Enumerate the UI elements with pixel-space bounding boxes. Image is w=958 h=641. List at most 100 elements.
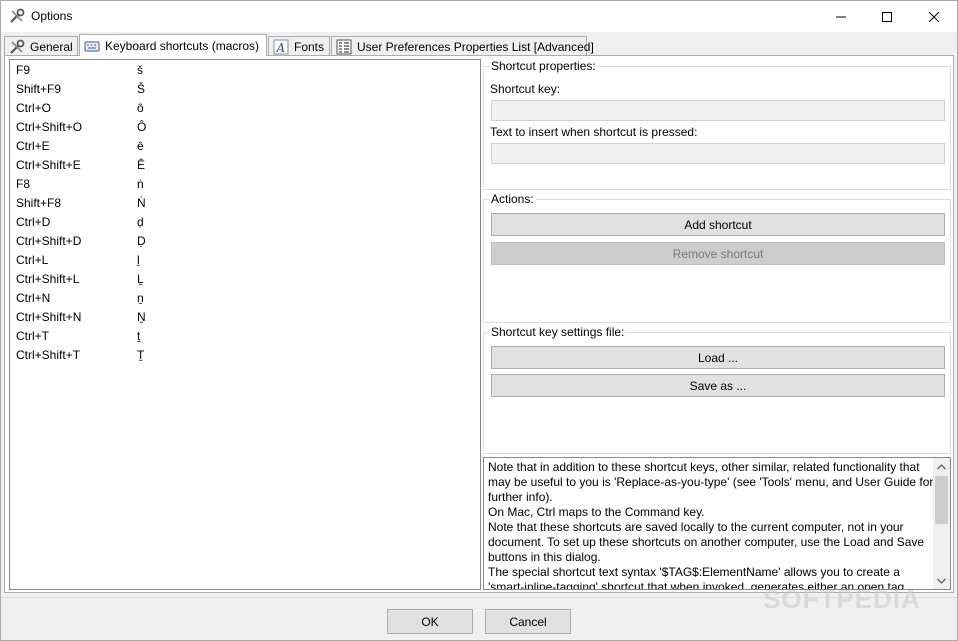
notes-line: further info).: [488, 490, 553, 504]
shortcut-properties-group: Shortcut properties: Shortcut key: Text …: [483, 59, 951, 190]
load-button[interactable]: Load ...: [491, 346, 945, 369]
window-title: Options: [31, 9, 73, 23]
shortcut-key: F8: [16, 177, 31, 191]
scroll-thumb[interactable]: [935, 476, 948, 524]
shortcut-key: Ctrl+Shift+N: [16, 310, 82, 324]
shortcut-row[interactable]: F8 ṅ: [10, 174, 480, 193]
shortcut-key: Shift+F9: [16, 82, 62, 96]
close-icon: [929, 11, 939, 22]
minimize-icon: [836, 16, 846, 17]
shortcut-key: Ctrl+Shift+L: [16, 272, 80, 286]
notes-scrollbar[interactable]: [933, 458, 950, 589]
shortcut-key-label: Shortcut key:: [490, 82, 561, 96]
shortcut-key: Ctrl+N: [16, 291, 51, 305]
shortcut-text: ṅ: [137, 177, 144, 191]
shortcut-text: Ê: [137, 158, 146, 172]
shortcut-text: š: [137, 63, 143, 77]
remove-shortcut-button[interactable]: Remove shortcut: [491, 242, 945, 265]
group-title: Shortcut key settings file:: [490, 325, 627, 339]
shortcut-row[interactable]: Ctrl+O ô: [10, 98, 480, 117]
ok-button[interactable]: OK: [387, 609, 473, 634]
shortcut-key: Ctrl+E: [16, 139, 50, 153]
scroll-up-button[interactable]: [933, 458, 950, 475]
shortcut-row[interactable]: Ctrl+Shift+E Ê: [10, 155, 480, 174]
maximize-button[interactable]: [864, 1, 910, 32]
shortcut-text: Ḻ: [137, 272, 144, 286]
shortcut-key: F9: [16, 63, 31, 77]
shortcut-text: Ô: [137, 120, 147, 134]
group-title: Shortcut properties:: [490, 59, 598, 73]
tab-label: User Preferences Properties List [Advanc…: [357, 39, 594, 54]
close-button[interactable]: [911, 1, 957, 32]
notes-line: document. To set up these shortcuts on a…: [488, 535, 925, 549]
tab-fonts[interactable]: A Fonts: [268, 36, 330, 56]
maximize-icon: [882, 11, 892, 22]
shortcut-row[interactable]: Shift+F8 Ṅ: [10, 193, 480, 212]
tab-label: General: [30, 39, 73, 54]
notes-text: Note that in addition to these shortcut …: [488, 460, 934, 589]
chevron-up-icon: [937, 463, 946, 469]
actions-group: Actions: Add shortcut Remove shortcut: [483, 192, 951, 323]
text-to-insert-field[interactable]: [491, 143, 945, 164]
shortcut-row[interactable]: Ctrl+D ḍ: [10, 212, 480, 231]
shortcut-key: Ctrl+Shift+T: [16, 348, 81, 362]
shortcut-row[interactable]: Ctrl+Shift+D Ḍ: [10, 231, 480, 250]
add-shortcut-button[interactable]: Add shortcut: [491, 213, 945, 236]
shortcut-key: Ctrl+L: [16, 253, 49, 267]
font-icon: A: [273, 39, 289, 55]
shortcut-key: Ctrl+T: [16, 329, 49, 343]
tab-strip: General Keyboard shortcuts (macros) A Fo…: [4, 34, 954, 56]
shortcut-text: ê: [137, 139, 144, 153]
tab-label: Keyboard shortcuts (macros): [105, 38, 260, 53]
shortcut-key-field[interactable]: [491, 100, 945, 121]
shortcut-row[interactable]: Ctrl+E ê: [10, 136, 480, 155]
shortcut-row[interactable]: Ctrl+Shift+T Ṯ: [10, 345, 480, 364]
tab-general[interactable]: General: [4, 36, 78, 56]
chevron-down-icon: [937, 578, 946, 584]
notes-line: On Mac, Ctrl maps to the Command key.: [488, 505, 705, 519]
cancel-button[interactable]: Cancel: [485, 609, 571, 634]
shortcut-row[interactable]: Shift+F9 Š: [10, 79, 480, 98]
shortcut-list[interactable]: F9 š Shift+F9 Š Ctrl+O ô Ctrl+Shift+O Ô Ctrl+E ê C…: [9, 59, 481, 590]
shortcut-text: Ḍ: [137, 234, 146, 248]
keyboard-icon: [84, 41, 100, 51]
shortcut-row[interactable]: Ctrl+L ḻ: [10, 250, 480, 269]
shortcut-text: ô: [137, 101, 144, 115]
shortcut-row[interactable]: Ctrl+Shift+L Ḻ: [10, 269, 480, 288]
scroll-down-button[interactable]: [933, 572, 950, 589]
notes-line: Note that in addition to these shortcut …: [488, 460, 920, 474]
tab-panel: F9 š Shift+F9 Š Ctrl+O ô Ctrl+Shift+O Ô Ctrl+E ê C…: [4, 55, 954, 593]
options-window: Options General Keyboard shortcuts (macr…: [0, 0, 958, 641]
save-as-button[interactable]: Save as ...: [491, 374, 945, 397]
shortcut-text: ḻ: [137, 253, 140, 267]
shortcut-row[interactable]: Ctrl+T ṯ: [10, 326, 480, 345]
minimize-button[interactable]: [818, 1, 864, 32]
softpedia-watermark: SOFTPEDIA: [763, 584, 921, 614]
shortcut-text: Ṅ: [137, 196, 146, 210]
shortcut-key: Ctrl+Shift+E: [16, 158, 81, 172]
tab-user-preferences[interactable]: User Preferences Properties List [Advanc…: [331, 36, 594, 56]
notes-line: The special shortcut text syntax '$TAG$:…: [488, 565, 900, 579]
tools-icon: [10, 8, 25, 23]
tools-icon: [10, 39, 25, 54]
notes-textbox[interactable]: Note that in addition to these shortcut …: [483, 457, 951, 590]
shortcut-text: Ṉ: [137, 310, 146, 324]
tab-label: Fonts: [294, 39, 325, 54]
shortcut-key: Shift+F8: [16, 196, 62, 210]
title-bar: Options: [1, 1, 957, 32]
notes-line: may be useful to you is 'Replace-as-you-…: [488, 475, 934, 489]
svg-text:A: A: [276, 41, 286, 55]
shortcut-key: Ctrl+D: [16, 215, 51, 229]
shortcut-row[interactable]: F9 š: [10, 60, 480, 79]
tab-keyboard-shortcuts[interactable]: Keyboard shortcuts (macros): [79, 34, 267, 56]
shortcut-key: Ctrl+Shift+D: [16, 234, 82, 248]
shortcut-row[interactable]: Ctrl+N ṉ: [10, 288, 480, 307]
settings-file-group: Shortcut key settings file: Load ... Sav…: [483, 325, 951, 454]
shortcut-text: ṉ: [137, 291, 144, 305]
shortcut-row[interactable]: Ctrl+Shift+O Ô: [10, 117, 480, 136]
notes-line: Note that these shortcuts are saved loca…: [488, 520, 904, 534]
shortcut-row[interactable]: Ctrl+Shift+N Ṉ: [10, 307, 480, 326]
shortcut-text: Ṯ: [137, 348, 145, 362]
shortcut-text: ṯ: [137, 329, 141, 343]
notes-line: buttons in this dialog.: [488, 550, 601, 564]
